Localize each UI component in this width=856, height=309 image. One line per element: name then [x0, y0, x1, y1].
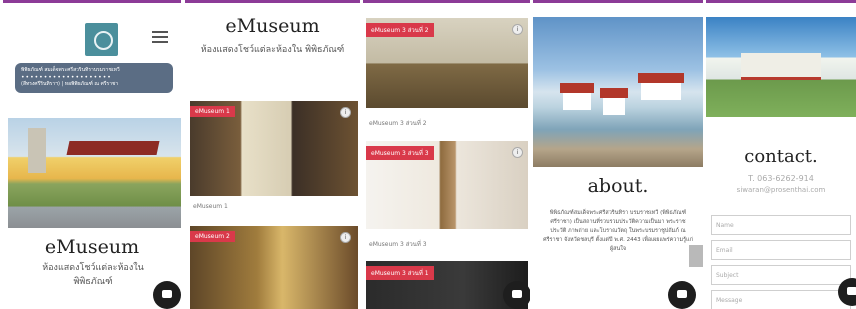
- info-icon[interactable]: i: [512, 147, 523, 158]
- welcome-banner: พิพิธภัณฑ์ สมเด็จพระศรีสวรินทิราบรมราชเท…: [15, 63, 173, 93]
- hamburger-menu-icon[interactable]: [152, 31, 168, 43]
- subject-field[interactable]: Subject: [711, 265, 851, 285]
- tower-shape: [28, 128, 46, 173]
- banner-line-1: พิพิธภัณฑ์ สมเด็จพระศรีสวรินทิราบรมราชเท…: [21, 67, 120, 73]
- info-icon[interactable]: i: [512, 24, 523, 35]
- card-tag: eMuseum 3 ส่วนที่ 1: [366, 266, 434, 280]
- section-title: eMuseum: [225, 15, 320, 37]
- contact-phone[interactable]: T. 063-6262-914: [706, 174, 856, 183]
- building-shape: [741, 53, 821, 80]
- about-title: about.: [587, 175, 649, 197]
- home-panel: พิพิธภัณฑ์ สมเด็จพระศรีสวรินทิราบรมราชเท…: [3, 0, 181, 309]
- card-tag: eMuseum 3 ส่วนที่ 2: [366, 23, 434, 37]
- card-caption: eMuseum 3 ส่วนที่ 3: [369, 241, 427, 248]
- house-shape: [560, 83, 594, 110]
- banner-divider: ••••••••••••••••••••: [21, 74, 112, 81]
- name-field[interactable]: Name: [711, 215, 851, 235]
- message-field[interactable]: Message: [711, 290, 851, 309]
- gallery-card[interactable]: eMuseum 1 i: [190, 101, 358, 196]
- gallery-card[interactable]: eMuseum 3 ส่วนที่ 3 i: [366, 141, 528, 229]
- card-caption: eMuseum 3 ส่วนที่ 2: [369, 120, 427, 127]
- screenshot-strip: พิพิธภัณฑ์ สมเด็จพระศรีสวรินทิราบรมราชเท…: [0, 0, 856, 309]
- page-title: eMuseum: [44, 236, 140, 258]
- gallery-card[interactable]: eMuseum 3 ส่วนที่ 2 i: [366, 18, 528, 108]
- page-subtitle: ห้องแสดงโชว์แต่ละห้องใน พิพิธภัณฑ์: [42, 263, 144, 287]
- card-tag: eMuseum 3 ส่วนที่ 3: [366, 146, 434, 160]
- building-photo: [706, 17, 856, 117]
- banner-line-2: (สีทรงศรีรินทิราฯ) | หอพิพิธภัณฑ์ ณ ศรีร…: [21, 81, 119, 87]
- about-body: พิพิธภัณฑ์สมเด็จพระศรีสวรินทิรา บรมราชเท…: [543, 210, 693, 252]
- gallery-card[interactable]: eMuseum 2 i: [190, 226, 358, 309]
- chat-button-icon[interactable]: [668, 281, 696, 309]
- about-panel: about. พิพิธภัณฑ์สมเด็จพระศรีสวรินทิรา บ…: [533, 0, 703, 309]
- card-tag: eMuseum 2: [190, 231, 235, 242]
- museum-logo-icon[interactable]: [85, 23, 118, 56]
- emuseum3-panel: eMuseum 3 ส่วนที่ 2 i eMuseum 3 ส่วนที่ …: [363, 0, 530, 309]
- contact-email[interactable]: siwaran@prosenthai.com: [706, 186, 856, 194]
- scroll-handle[interactable]: [689, 245, 703, 267]
- emuseum-panel: eMuseum ห้องแสดงโชว์แต่ละห้องใน พิพิธภัณ…: [185, 0, 360, 309]
- contact-panel: contact. T. 063-6262-914 siwaran@prosent…: [706, 0, 856, 309]
- info-icon[interactable]: i: [340, 107, 351, 118]
- gallery-card[interactable]: eMuseum 3 ส่วนที่ 1: [366, 261, 528, 309]
- museum-building-photo: [8, 118, 181, 228]
- card-caption: eMuseum 1: [193, 203, 228, 210]
- contact-title: contact.: [744, 146, 818, 167]
- house-shape: [638, 73, 684, 100]
- chat-button-icon[interactable]: [503, 281, 530, 309]
- card-tag: eMuseum 1: [190, 106, 235, 117]
- chat-button-icon[interactable]: [153, 281, 181, 309]
- info-icon[interactable]: i: [340, 232, 351, 243]
- seaside-palace-photo: [533, 17, 703, 167]
- email-field[interactable]: Email: [711, 240, 851, 260]
- house-shape: [600, 88, 628, 115]
- roof-shape: [66, 141, 160, 155]
- section-subtitle: ห้องแสดงโชว์แต่ละห้องใน พิพิธภัณฑ์: [200, 45, 345, 55]
